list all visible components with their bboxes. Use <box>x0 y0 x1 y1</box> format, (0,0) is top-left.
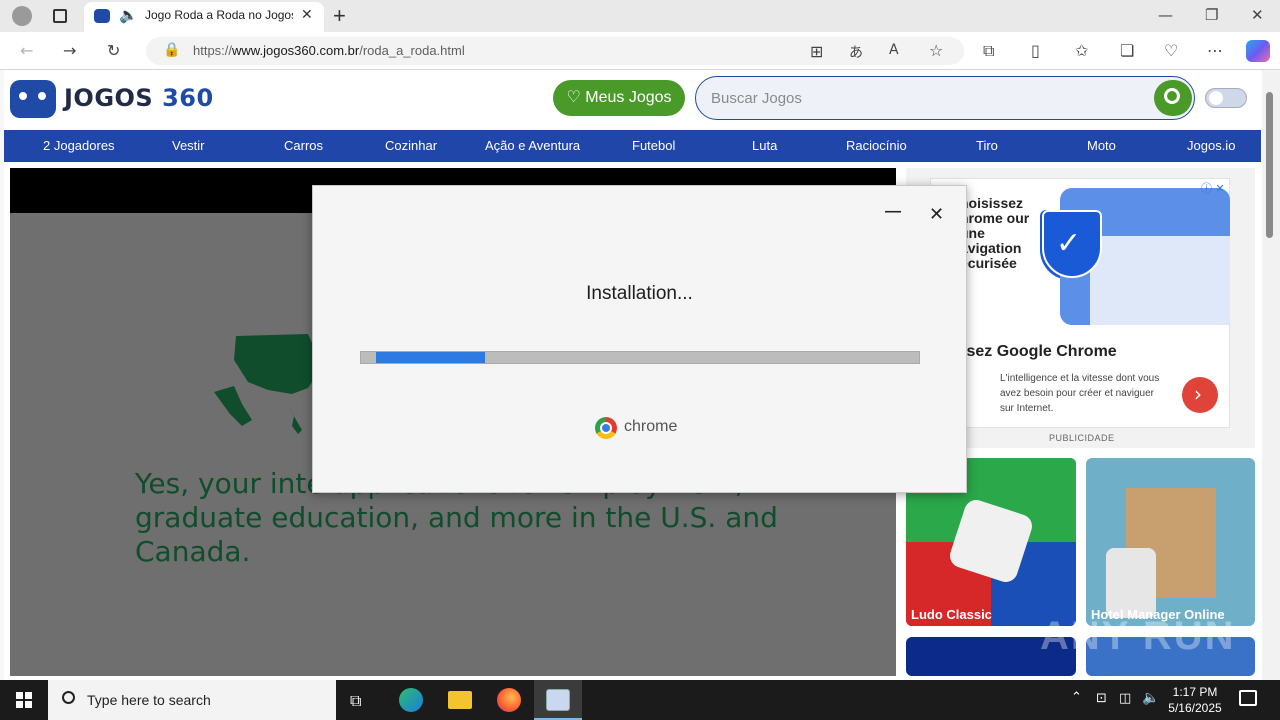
wifi-icon[interactable]: ◫ <box>1119 691 1131 706</box>
ad-label: PUBLICIDADE <box>1049 433 1115 443</box>
copilot-icon[interactable] <box>1246 40 1270 62</box>
ad-browser-window <box>1090 236 1230 325</box>
ad-info-icon[interactable]: ⓘ ✕ <box>1201 180 1225 196</box>
game-tile-label: Ludo Classic <box>911 607 992 622</box>
tab-favicon-icon <box>94 9 110 23</box>
search-placeholder: Buscar Jogos <box>711 90 802 107</box>
clock-date: 5/16/2025 <box>1168 701 1222 715</box>
window-minimize-icon[interactable]: — <box>1158 6 1173 24</box>
app-available-icon[interactable]: ⊞ <box>810 42 823 61</box>
search-icon <box>1164 88 1180 104</box>
installer-dialog <box>312 185 967 493</box>
taskbar-clock[interactable]: 1:17 PM 5/16/2025 <box>1160 684 1230 716</box>
collections-icon[interactable]: ❏ <box>1120 41 1134 60</box>
meus-jogos-button[interactable]: ♡ Meus Jogos <box>553 80 685 116</box>
favorites-icon[interactable]: ✩ <box>1075 41 1088 60</box>
performance-icon[interactable]: ♡ <box>1164 41 1178 60</box>
ad-arrow-button[interactable]: › <box>1182 377 1218 413</box>
nav-futebol[interactable]: Futebol <box>632 138 675 153</box>
theme-toggle[interactable] <box>1205 88 1247 108</box>
nav-moto[interactable]: Moto <box>1087 138 1116 153</box>
more-menu-icon[interactable]: ⋯ <box>1207 41 1223 60</box>
new-tab-button[interactable]: + <box>333 3 346 29</box>
checkmark-icon: ✓ <box>1056 226 1082 261</box>
nav-jogos-io[interactable]: Jogos.io <box>1187 138 1235 153</box>
dialog-title: Installation... <box>586 283 693 304</box>
refresh-icon[interactable]: ↻ <box>107 41 120 60</box>
nav-tiro[interactable]: Tiro <box>976 138 998 153</box>
tray-chevron-icon[interactable]: ⌃ <box>1071 690 1082 705</box>
translate-icon[interactable]: あ <box>849 42 863 62</box>
window-restore-icon[interactable]: ❐ <box>1205 6 1218 24</box>
clock-time: 1:17 PM <box>1172 685 1218 699</box>
nav-acao-aventura[interactable]: Ação e Aventura <box>485 138 580 153</box>
nav-luta[interactable]: Luta <box>752 138 777 153</box>
back-icon[interactable]: ← <box>20 41 33 60</box>
watermark: ANY RUN <box>1040 614 1236 658</box>
nav-cozinhar[interactable]: Cozinhar <box>385 138 437 153</box>
nav-raciocinio[interactable]: Raciocínio <box>846 138 907 153</box>
tab-title: Jogo Roda a Roda no Jogos <box>145 8 293 22</box>
scrollbar-thumb[interactable] <box>1266 92 1273 238</box>
url-text[interactable]: https://www.jogos360.com.br/roda_a_roda.… <box>193 43 465 58</box>
lock-icon[interactable]: 🔒 <box>163 42 180 58</box>
dialog-close-button[interactable]: ✕ <box>929 204 944 225</box>
taskbar-search-placeholder: Type here to search <box>87 692 211 708</box>
heart-icon: ♡ <box>566 89 586 106</box>
file-explorer-icon[interactable] <box>448 691 472 709</box>
network-icon[interactable]: ⊡ <box>1096 691 1107 706</box>
firefox-icon[interactable] <box>497 688 521 712</box>
us-map-image <box>212 330 322 440</box>
site-logo-icon[interactable] <box>10 80 56 118</box>
window-close-icon[interactable]: ✕ <box>1251 6 1264 24</box>
task-view-icon[interactable]: ⧉ <box>350 691 361 711</box>
nav-carros[interactable]: Carros <box>284 138 323 153</box>
nav-vestir[interactable]: Vestir <box>172 138 205 153</box>
notifications-icon[interactable] <box>1239 690 1257 706</box>
start-icon[interactable] <box>16 692 32 708</box>
favorite-star-icon[interactable]: ☆ <box>929 41 943 60</box>
game-tile-hotel-manager[interactable] <box>1086 458 1255 626</box>
chevron-right-icon: › <box>1194 382 1202 406</box>
chrome-brand-label: chrome <box>624 418 678 435</box>
tab-actions-icon[interactable] <box>53 9 67 23</box>
tab-close-icon[interactable]: ✕ <box>301 7 313 23</box>
search-icon <box>62 691 75 704</box>
tab-audio-icon[interactable]: 🔈 <box>119 6 138 24</box>
read-aloud-icon[interactable]: A <box>889 42 899 58</box>
split-screen-icon[interactable]: ▯ <box>1031 41 1040 60</box>
chrome-logo-icon <box>595 417 617 439</box>
search-button[interactable] <box>1154 80 1192 116</box>
extensions-icon[interactable]: ⧉ <box>983 41 994 61</box>
site-logo[interactable]: JOGOS 360 <box>64 84 214 112</box>
nav-2-jogadores[interactable]: 2 Jogadores <box>43 138 115 153</box>
volume-icon[interactable]: 🔈 <box>1142 690 1159 706</box>
ad-headline: hoisissez hrome our une avigation écuris… <box>960 195 1030 271</box>
ad-title: isez Google Chrome <box>962 343 1117 360</box>
forward-icon[interactable]: → <box>63 41 76 60</box>
install-progress-fill <box>376 352 485 363</box>
ad-body: L'intelligence et la vitesse dont vous a… <box>1000 373 1160 414</box>
edge-taskbar-icon[interactable] <box>399 688 423 712</box>
dialog-minimize-button[interactable]: — <box>885 203 901 221</box>
profile-icon[interactable] <box>12 6 32 26</box>
installer-app-icon <box>546 689 570 711</box>
